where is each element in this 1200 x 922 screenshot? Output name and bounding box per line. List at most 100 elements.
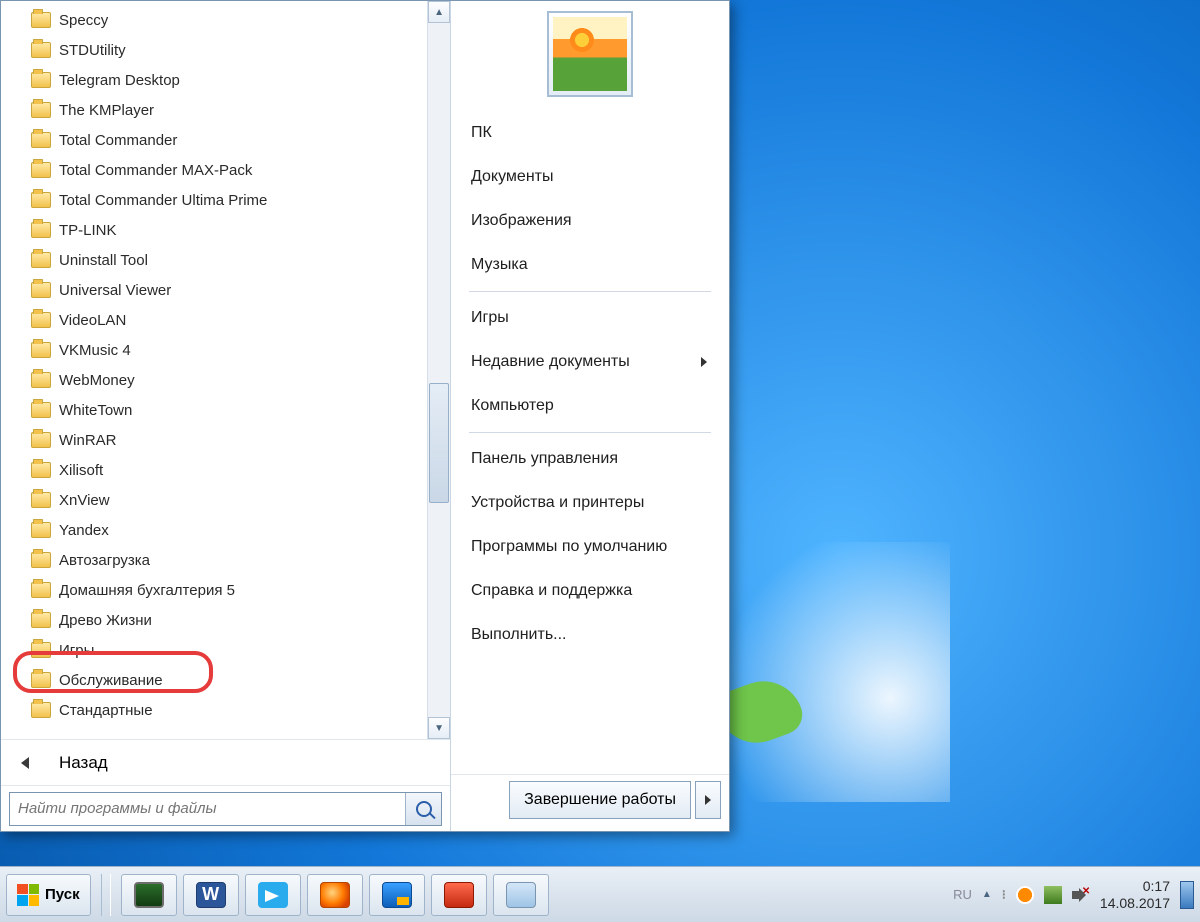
program-label: Total Commander [59,132,177,149]
menu-separator [469,432,711,433]
program-folder-item[interactable]: XnView [1,485,427,515]
taskbar-app-toolbox[interactable] [431,874,487,916]
start-button[interactable]: Пуск [6,874,91,916]
program-folder-item[interactable]: Обслуживание [1,665,427,695]
program-folder-item[interactable]: Telegram Desktop [1,65,427,95]
program-folder-item[interactable]: WinRAR [1,425,427,455]
taskbar-app-word[interactable]: W [183,874,239,916]
tray-avast-icon[interactable] [1016,886,1034,904]
program-folder-item[interactable]: VideoLAN [1,305,427,335]
program-label: Uninstall Tool [59,252,148,269]
program-label: Древо Жизни [59,612,152,629]
right-menu-item[interactable]: Музыка [459,243,721,287]
settings-icon [382,882,412,908]
clock-time: 0:17 [1100,878,1170,895]
search-icon [416,801,432,817]
shutdown-options-button[interactable] [695,781,721,819]
folder-icon [31,432,51,448]
program-folder-item[interactable]: Universal Viewer [1,275,427,305]
folder-icon [31,522,51,538]
tray-network-icon[interactable] [1044,886,1062,904]
back-button[interactable]: Назад [1,739,450,785]
program-label: Telegram Desktop [59,72,180,89]
folder-icon [31,492,51,508]
program-folder-item[interactable]: Yandex [1,515,427,545]
program-folder-item[interactable]: WebMoney [1,365,427,395]
back-arrow-icon [21,757,29,769]
taskbar-app-task-manager[interactable] [121,874,177,916]
scroll-up-button[interactable]: ▲ [428,1,450,23]
program-label: Обслуживание [59,672,163,689]
right-menu-item[interactable]: ПК [459,111,721,155]
program-label: Total Commander MAX-Pack [59,162,252,179]
show-desktop-button[interactable] [1180,881,1194,909]
program-folder-item[interactable]: Total Commander [1,125,427,155]
tray-volume-icon[interactable]: ✕ [1072,888,1090,902]
program-folder-item[interactable]: Total Commander Ultima Prime [1,185,427,215]
program-folder-item[interactable]: Игры [1,635,427,665]
program-folder-item[interactable]: STDUtility [1,35,427,65]
folder-icon [31,552,51,568]
tray-clock[interactable]: 0:17 14.08.2017 [1100,878,1170,912]
program-label: Universal Viewer [59,282,171,299]
program-folder-item[interactable]: Автозагрузка [1,545,427,575]
right-menu-item[interactable]: Устройства и принтеры [459,481,721,525]
folder-icon [31,252,51,268]
tray-lang[interactable]: RU [953,887,972,902]
taskbar-app-telegram[interactable] [245,874,301,916]
program-folder-item[interactable]: Древо Жизни [1,605,427,635]
tray-unknown-icon[interactable]: ⁝ [1002,887,1006,903]
search-input[interactable] [10,793,405,825]
right-menu-item[interactable]: Документы [459,155,721,199]
program-label: WhiteTown [59,402,132,419]
folder-icon [31,222,51,238]
right-menu-item[interactable]: Справка и поддержка [459,569,721,613]
folder-icon [31,132,51,148]
scroll-down-button[interactable]: ▼ [428,717,450,739]
folder-icon [31,102,51,118]
program-folder-item[interactable]: Домашняя бухгалтерия 5 [1,575,427,605]
shutdown-button[interactable]: Завершение работы [509,781,691,819]
right-menu-label: Панель управления [471,450,618,468]
program-label: Xilisoft [59,462,103,479]
right-menu-item[interactable]: Недавние документы [459,340,721,384]
tray-show-hidden-icon[interactable]: ▲ [982,889,992,900]
program-folder-item[interactable]: The KMPlayer [1,95,427,125]
program-label: WinRAR [59,432,117,449]
taskbar-separator [101,874,111,916]
task-manager-icon [134,882,164,908]
program-folder-item[interactable]: Стандартные [1,695,427,725]
program-folder-item[interactable]: Xilisoft [1,455,427,485]
user-avatar-frame[interactable] [547,11,633,97]
taskbar-app-explorer[interactable] [493,874,549,916]
program-folder-item[interactable]: Speccy [1,5,427,35]
programs-scrollbar[interactable]: ▲ ▼ [427,1,450,739]
taskbar-app-firefox[interactable] [307,874,363,916]
folder-icon [31,402,51,418]
right-menu-item[interactable]: Компьютер [459,384,721,428]
right-menu-item[interactable]: Программы по умолчанию [459,525,721,569]
chevron-right-icon [705,795,711,805]
scroll-thumb[interactable] [429,383,449,503]
taskbar-app-settings[interactable] [369,874,425,916]
program-folder-item[interactable]: TP-LINK [1,215,427,245]
program-folder-item[interactable]: WhiteTown [1,395,427,425]
program-label: Yandex [59,522,109,539]
right-menu-item[interactable]: Игры [459,296,721,340]
taskbar: Пуск W RU ▲ ⁝ ✕ 0:17 14.08.2017 [0,866,1200,922]
right-menu-item[interactable]: Изображения [459,199,721,243]
right-menu-item[interactable]: Выполнить... [459,613,721,657]
right-menu-label: Устройства и принтеры [471,494,644,512]
all-programs-list: Speccy STDUtility Telegram Desktop The KMPl… [1,1,450,739]
program-label: STDUtility [59,42,126,59]
program-folder-item[interactable]: Total Commander MAX-Pack [1,155,427,185]
right-menu-item[interactable]: Панель управления [459,437,721,481]
folder-icon [31,342,51,358]
program-folder-item[interactable]: Uninstall Tool [1,245,427,275]
search-button[interactable] [405,793,441,825]
start-menu-right-pane: ПКДокументыИзображенияМузыка Игры Недавние… [451,1,729,831]
right-menu-label: Игры [471,309,509,327]
folder-icon [31,72,51,88]
program-folder-item[interactable]: VKMusic 4 [1,335,427,365]
scroll-track[interactable] [428,23,450,717]
